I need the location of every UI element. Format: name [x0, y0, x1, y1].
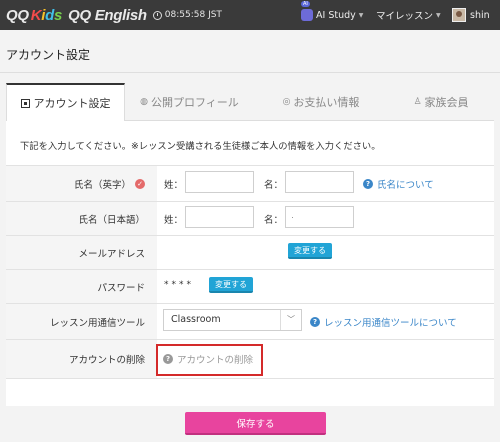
- qq-kids-logo[interactable]: QQ Kids QQ English: [6, 7, 147, 24]
- tab-payment-info[interactable]: ◎ お支払い情報: [254, 83, 388, 121]
- ai-study-label: AI Study: [316, 9, 356, 21]
- id-card-icon: [20, 98, 30, 108]
- label-name-en: 氏名（英字） ✓: [6, 166, 157, 201]
- change-email-button[interactable]: 変更する: [288, 243, 332, 259]
- last-name-en-input[interactable]: [185, 171, 254, 193]
- my-lesson-label: マイレッスン: [376, 11, 434, 22]
- tab-public-profile[interactable]: ◍ 公開プロフィール: [125, 83, 254, 121]
- chevron-down-icon: ▼: [358, 11, 364, 19]
- tab-family-members[interactable]: ♙ 家族会員: [388, 83, 494, 121]
- avatar: [452, 8, 466, 22]
- logo-kids-k: K: [30, 6, 42, 24]
- logo-kids-d: d: [45, 6, 55, 24]
- last-name-jp-input[interactable]: [185, 206, 254, 228]
- clock-icon: [152, 10, 162, 20]
- required-check-icon: ✓: [135, 178, 145, 189]
- name-help-link[interactable]: ? 氏名について: [363, 177, 434, 191]
- form-row-email: メールアドレス: [6, 235, 494, 269]
- globe-icon: ◍: [140, 96, 149, 107]
- label-delete: アカウントの削除: [68, 355, 145, 366]
- form-intro-text: 下記を入力してください。※レッスン受講される生徒様ご本人の情報を入力ください。: [20, 141, 381, 152]
- divider: [0, 72, 500, 73]
- tab-account-settings[interactable]: アカウント設定: [6, 83, 125, 121]
- sei-label: 姓：: [164, 215, 184, 226]
- chevron-down-icon: ▼: [436, 11, 441, 19]
- clock-text: 08:55:58 JST: [164, 10, 222, 20]
- tab-label: アカウント設定: [33, 97, 111, 110]
- help-text: 氏名について: [377, 180, 434, 191]
- label-tool: レッスン用通信ツール: [49, 317, 145, 329]
- tab-label: 家族会員: [424, 95, 469, 109]
- select-value: Classroom: [171, 314, 221, 325]
- family-icon: ♙: [413, 96, 422, 107]
- my-lesson-menu[interactable]: マイレッスン ▼: [376, 0, 441, 30]
- user-menu[interactable]: shin: [452, 0, 490, 30]
- save-button[interactable]: 保存する: [185, 412, 326, 435]
- question-icon: ?: [363, 179, 373, 189]
- communication-tool-select[interactable]: Classroom ﹀: [163, 309, 302, 331]
- ai-study-menu[interactable]: AI AI Study ▼: [301, 0, 363, 30]
- change-password-button[interactable]: 変更する: [209, 277, 253, 293]
- tab-label: 公開プロフィール: [151, 95, 239, 109]
- delete-account-link[interactable]: ? アカウントの削除: [163, 352, 253, 366]
- label-email: メールアドレス: [78, 248, 145, 260]
- ai-badge: AI: [301, 1, 310, 7]
- logo-kids-text: Kids: [30, 6, 63, 24]
- question-icon: ?: [310, 317, 320, 327]
- logo-qq-text: QQ: [6, 6, 29, 24]
- page-title: アカウント設定: [6, 48, 91, 62]
- link-text: アカウントの削除: [177, 355, 254, 366]
- tool-help-link[interactable]: ? レッスン用通信ツールについて: [310, 315, 457, 329]
- sei-label: 姓：: [164, 180, 184, 191]
- question-icon: ?: [163, 354, 173, 364]
- coin-icon: ◎: [282, 96, 291, 107]
- label-name-jp: 氏名（日本語）: [78, 214, 145, 226]
- divider: [280, 310, 281, 330]
- chevron-down-icon: ﹀: [287, 315, 295, 324]
- help-text: レッスン用通信ツールについて: [324, 318, 457, 329]
- mei-label: 名：: [264, 215, 284, 226]
- tab-label: お支払い情報: [293, 95, 360, 109]
- password-mask: ****: [164, 280, 194, 290]
- mei-label: 名：: [264, 180, 284, 191]
- logo-kids-s: s: [54, 6, 63, 24]
- label-text: 氏名（英字）: [73, 179, 131, 191]
- label-password: パスワード: [97, 282, 145, 294]
- first-name-en-input[interactable]: [285, 171, 354, 193]
- top-nav-bar: QQ Kids QQ English 08:55:58 JST AI AI St…: [0, 0, 500, 30]
- first-name-jp-input[interactable]: [285, 206, 354, 228]
- logo-english-text: QQ English: [68, 6, 147, 24]
- user-name: shin: [470, 9, 490, 21]
- clock: 08:55:58 JST: [152, 10, 222, 20]
- ai-study-icon: AI: [301, 1, 313, 21]
